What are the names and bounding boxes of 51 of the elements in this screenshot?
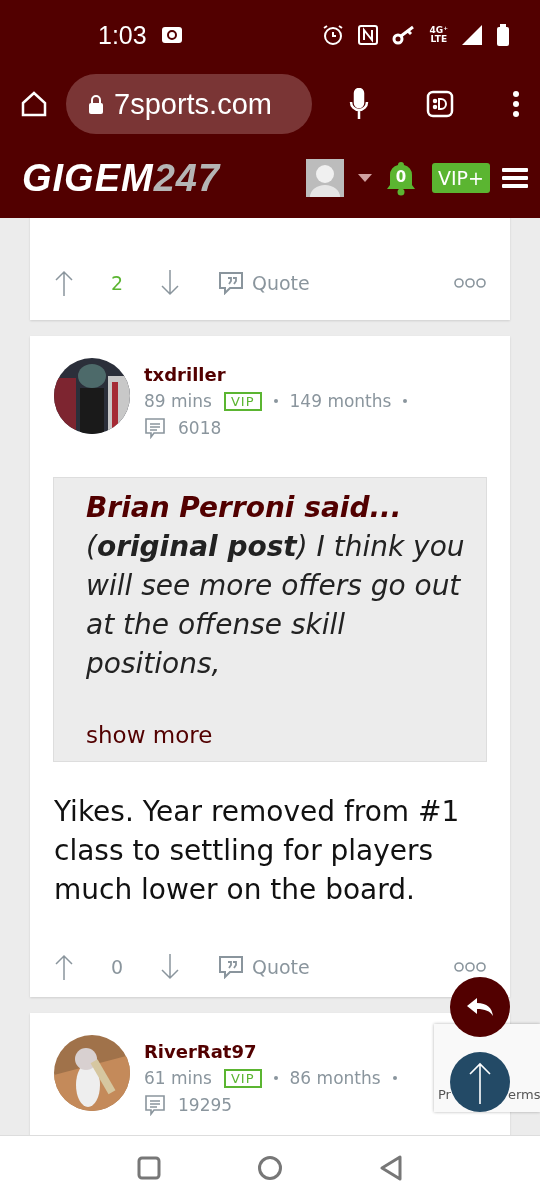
lock-icon <box>88 94 104 114</box>
reply-arrow-icon <box>465 996 495 1018</box>
member-tenure: 149 months <box>289 391 392 411</box>
post-time: 61 mins <box>144 1068 212 1088</box>
network-type: 4G⁺ LTE <box>429 26 448 44</box>
message-icon <box>144 1094 166 1116</box>
menu-icon[interactable] <box>502 167 528 189</box>
quote-author: Brian Perroni said... <box>86 490 403 526</box>
post-body: Yikes. Year removed from #1 class to settling for players much lower on the board. <box>54 794 461 908</box>
clock: 1:03 <box>98 20 147 50</box>
vote-score: 2 <box>109 272 125 294</box>
alarm-icon <box>321 24 344 46</box>
author-name[interactable]: RiverRat97 <box>144 1041 397 1062</box>
microphone-icon[interactable] <box>348 88 370 120</box>
smiley-tab-icon[interactable] <box>426 90 454 118</box>
key-icon <box>391 25 416 45</box>
upvote-icon[interactable] <box>54 270 74 296</box>
site-logo[interactable]: GIGEM247 <box>22 156 221 200</box>
person-silhouette-icon <box>306 159 344 197</box>
downvote-icon[interactable] <box>160 954 180 980</box>
more-options-icon[interactable] <box>454 961 486 973</box>
screen-record-icon <box>160 26 183 44</box>
vote-score: 0 <box>109 956 125 978</box>
signal-icon <box>462 25 482 45</box>
address-bar[interactable]: 7sports.com <box>66 74 312 134</box>
speech-bubble-icon <box>218 955 244 979</box>
up-arrow-icon <box>468 1060 492 1104</box>
battery-icon <box>496 24 510 46</box>
home-icon[interactable] <box>20 90 48 118</box>
upvote-icon[interactable] <box>54 954 74 980</box>
recaptcha-link[interactable]: Pr <box>438 1087 451 1102</box>
square-icon[interactable] <box>137 1156 161 1180</box>
nfc-icon <box>357 25 378 45</box>
back-triangle-icon[interactable] <box>379 1155 403 1181</box>
message-icon <box>144 417 166 439</box>
caret-icon[interactable] <box>358 174 372 182</box>
post-count: 19295 <box>178 1095 233 1115</box>
home-circle-icon[interactable] <box>257 1155 283 1181</box>
author-name[interactable]: txdriller <box>144 364 408 385</box>
speech-bubble-icon <box>218 271 244 295</box>
vip-badge: VIP <box>223 391 262 411</box>
vip-badge: VIP <box>223 1068 262 1088</box>
quote-text: (original post) I think you will see more offers go out at the offense skill positions, <box>86 529 466 682</box>
show-more-link[interactable]: show more <box>86 721 466 749</box>
downvote-icon[interactable] <box>160 270 180 296</box>
member-tenure: 86 months <box>289 1068 381 1088</box>
post-count: 6018 <box>178 418 222 438</box>
recaptcha-link[interactable]: erms <box>508 1087 540 1102</box>
post-time: 89 mins <box>144 391 212 411</box>
more-menu-icon[interactable] <box>512 90 520 118</box>
more-options-icon[interactable] <box>454 277 486 289</box>
